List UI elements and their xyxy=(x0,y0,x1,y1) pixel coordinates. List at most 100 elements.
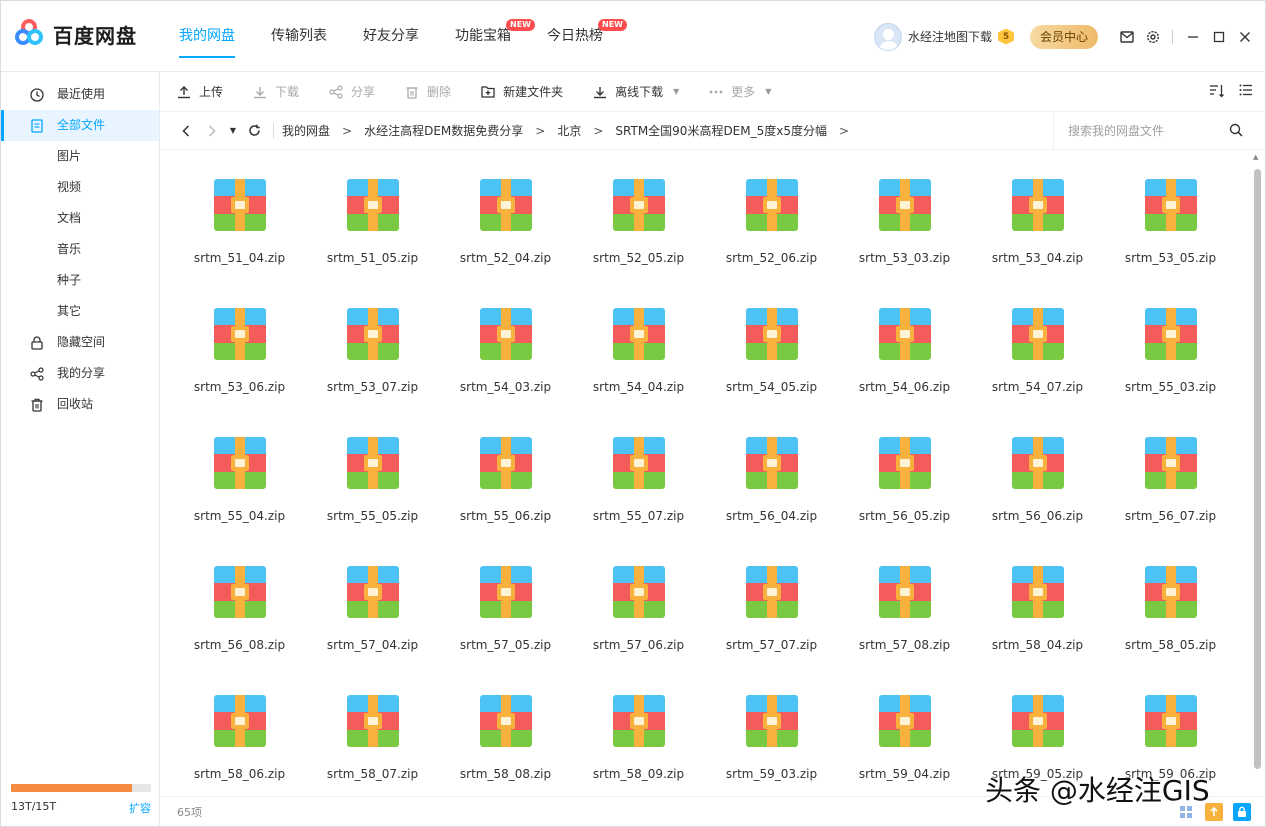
username[interactable]: 水经注地图下载 xyxy=(908,28,992,45)
sidebar-item-torrents[interactable]: 种子 xyxy=(1,265,159,296)
tab-hot-list[interactable]: 今日热榜 NEW xyxy=(537,1,627,72)
file-item[interactable]: srtm_53_05.zip xyxy=(1104,163,1237,292)
search-input[interactable] xyxy=(1068,124,1218,138)
sidebar-item-recent[interactable]: 最近使用 xyxy=(1,79,159,110)
back-arrow-icon[interactable] xyxy=(173,124,199,137)
file-item[interactable]: srtm_56_05.zip xyxy=(838,421,971,550)
history-dropdown-icon[interactable]: ▼ xyxy=(225,126,241,135)
file-item[interactable]: srtm_55_07.zip xyxy=(572,421,705,550)
tab-toolbox[interactable]: 功能宝箱 NEW xyxy=(445,1,535,72)
file-item[interactable]: srtm_54_03.zip xyxy=(439,292,572,421)
scroll-up-icon[interactable]: ▲ xyxy=(1253,153,1258,161)
file-item[interactable]: srtm_51_04.zip xyxy=(173,163,306,292)
file-item[interactable]: srtm_55_05.zip xyxy=(306,421,439,550)
zip-archive-icon xyxy=(1144,437,1197,489)
share-button[interactable]: 分享 xyxy=(329,83,375,100)
sidebar-item-recycle-bin[interactable]: 回收站 xyxy=(1,389,159,420)
file-item[interactable]: srtm_51_05.zip xyxy=(306,163,439,292)
file-name: srtm_55_06.zip xyxy=(459,509,552,523)
scrollbar-thumb[interactable] xyxy=(1254,169,1261,769)
app-logo[interactable]: 百度网盘 xyxy=(15,19,137,49)
sidebar-item-all-files[interactable]: 全部文件 xyxy=(1,110,159,141)
zip-archive-icon xyxy=(213,695,266,747)
tab-friend-share[interactable]: 好友分享 xyxy=(353,1,429,72)
file-item[interactable]: srtm_56_07.zip xyxy=(1104,421,1237,550)
file-name: srtm_52_05.zip xyxy=(592,251,685,265)
file-item[interactable]: srtm_53_06.zip xyxy=(173,292,306,421)
file-item[interactable]: srtm_58_06.zip xyxy=(173,679,306,791)
file-item[interactable]: srtm_56_06.zip xyxy=(971,421,1104,550)
file-item[interactable]: srtm_52_04.zip xyxy=(439,163,572,292)
minimize-icon[interactable] xyxy=(1181,26,1205,48)
file-item[interactable]: srtm_54_05.zip xyxy=(705,292,838,421)
close-icon[interactable] xyxy=(1233,26,1257,48)
sidebar-item-hidden-space[interactable]: 隐藏空间 xyxy=(1,327,159,358)
breadcrumb-separator-icon: > xyxy=(535,123,546,138)
breadcrumb-item[interactable]: 水经注高程DEM数据免费分享 xyxy=(364,122,523,139)
file-item[interactable]: srtm_59_03.zip xyxy=(705,679,838,791)
file-item[interactable]: srtm_54_07.zip xyxy=(971,292,1104,421)
tab-label: 功能宝箱 xyxy=(455,28,511,44)
file-item[interactable]: srtm_54_06.zip xyxy=(838,292,971,421)
sort-icon[interactable] xyxy=(1209,84,1225,101)
sidebar-item-videos[interactable]: 视频 xyxy=(1,172,159,203)
caret-down-icon: ▼ xyxy=(765,87,772,96)
file-item[interactable]: srtm_57_06.zip xyxy=(572,550,705,679)
file-name: srtm_54_05.zip xyxy=(725,380,818,394)
file-item[interactable]: srtm_55_04.zip xyxy=(173,421,306,550)
file-item[interactable]: srtm_58_05.zip xyxy=(1104,550,1237,679)
file-item[interactable]: srtm_53_07.zip xyxy=(306,292,439,421)
delete-button[interactable]: 删除 xyxy=(405,83,451,100)
new-folder-button[interactable]: 新建文件夹 xyxy=(481,83,563,100)
maximize-icon[interactable] xyxy=(1207,26,1231,48)
more-button[interactable]: 更多 ▼ xyxy=(709,83,771,100)
sidebar-item-images[interactable]: 图片 xyxy=(1,141,159,172)
breadcrumb-item[interactable]: 北京 xyxy=(557,122,581,139)
breadcrumb-item[interactable]: SRTM全国90米高程DEM_5度x5度分幅 xyxy=(615,122,827,139)
file-item[interactable]: srtm_58_04.zip xyxy=(971,550,1104,679)
zip-archive-icon xyxy=(1144,179,1197,231)
file-item[interactable]: srtm_57_08.zip xyxy=(838,550,971,679)
offline-download-button[interactable]: 离线下载 ▼ xyxy=(593,83,679,100)
search-icon[interactable] xyxy=(1229,123,1245,139)
file-item[interactable]: srtm_58_09.zip xyxy=(572,679,705,791)
breadcrumb-item[interactable]: 我的网盘 xyxy=(282,122,330,139)
tab-my-netdisk[interactable]: 我的网盘 xyxy=(169,1,245,72)
file-item[interactable]: srtm_58_07.zip xyxy=(306,679,439,791)
file-item[interactable]: srtm_52_05.zip xyxy=(572,163,705,292)
file-item[interactable]: srtm_58_08.zip xyxy=(439,679,572,791)
lock-status-icon[interactable] xyxy=(1233,803,1251,821)
sidebar-item-documents[interactable]: 文档 xyxy=(1,203,159,234)
file-item[interactable]: srtm_56_08.zip xyxy=(173,550,306,679)
file-item[interactable]: srtm_54_04.zip xyxy=(572,292,705,421)
file-item[interactable]: srtm_53_04.zip xyxy=(971,163,1104,292)
file-item[interactable]: srtm_53_03.zip xyxy=(838,163,971,292)
zip-archive-icon xyxy=(745,566,798,618)
file-item[interactable]: srtm_55_06.zip xyxy=(439,421,572,550)
file-item[interactable]: srtm_59_04.zip xyxy=(838,679,971,791)
file-item[interactable]: srtm_57_05.zip xyxy=(439,550,572,679)
tab-transfer-list[interactable]: 传输列表 xyxy=(261,1,337,72)
download-button[interactable]: 下载 xyxy=(253,83,299,100)
refresh-icon[interactable] xyxy=(241,124,267,137)
upload-button[interactable]: 上传 xyxy=(177,83,223,100)
expand-storage-link[interactable]: 扩容 xyxy=(129,800,151,816)
mail-icon[interactable] xyxy=(1116,26,1138,48)
sidebar-item-my-share[interactable]: 我的分享 xyxy=(1,358,159,389)
file-item[interactable]: srtm_56_04.zip xyxy=(705,421,838,550)
sidebar-item-music[interactable]: 音乐 xyxy=(1,234,159,265)
file-item[interactable]: srtm_57_07.zip xyxy=(705,550,838,679)
sidebar-item-other[interactable]: 其它 xyxy=(1,296,159,327)
avatar[interactable] xyxy=(873,22,902,51)
file-item[interactable]: srtm_57_04.zip xyxy=(306,550,439,679)
file-name: srtm_52_06.zip xyxy=(725,251,818,265)
file-item[interactable]: srtm_52_06.zip xyxy=(705,163,838,292)
zip-archive-icon xyxy=(612,308,665,360)
zip-archive-icon xyxy=(878,566,931,618)
settings-gear-icon[interactable] xyxy=(1142,26,1164,48)
list-view-icon[interactable] xyxy=(1239,84,1253,101)
vip-center-button[interactable]: 会员中心 xyxy=(1029,24,1098,49)
file-item[interactable]: srtm_55_03.zip xyxy=(1104,292,1237,421)
vertical-scrollbar[interactable]: ▲ xyxy=(1251,151,1263,795)
forward-arrow-icon[interactable] xyxy=(199,124,225,137)
